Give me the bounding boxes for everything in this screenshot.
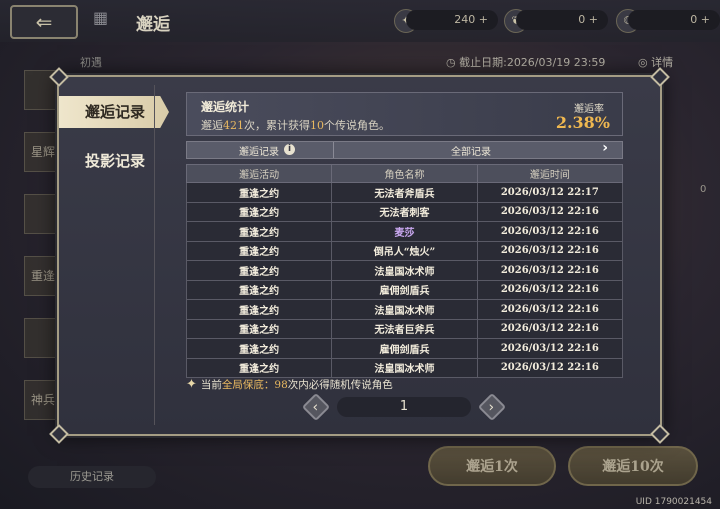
- screen-title: 邂逅: [136, 15, 170, 35]
- cell-name: 法皇国冰术师: [331, 357, 478, 378]
- cell-event: 重逢之约: [185, 338, 333, 359]
- table-row: 重逢之约 无法者刺客 2026/03/12 22:16: [185, 201, 624, 222]
- table-row: 重逢之约 无法者巨斧兵 2026/03/12 22:16: [185, 318, 624, 339]
- cell-event: 重逢之约: [185, 357, 333, 378]
- cell-time: 2026/03/12 22:16: [476, 260, 624, 281]
- cell-event: 重逢之约: [185, 221, 333, 242]
- cell-name: 法皇国冰术师: [331, 299, 478, 320]
- resource-compass[interactable]: 240 +: [406, 10, 498, 30]
- column-header-time: 邂逅时间: [476, 164, 624, 183]
- cell-time: 2026/03/12 22:16: [476, 338, 624, 359]
- rate-value: 2.38%: [555, 113, 610, 132]
- history-button[interactable]: 历史记录: [28, 466, 156, 488]
- cell-name: 法皇国冰术师: [331, 260, 478, 281]
- table-row: 重逢之约 倒吊人“烛火” 2026/03/12 22:16: [185, 240, 624, 261]
- chevron-right-icon[interactable]: ›: [602, 140, 608, 156]
- resource-moon[interactable]: 0 +: [628, 10, 720, 30]
- prev-page-button[interactable]: ‹: [301, 392, 331, 422]
- cell-event: 重逢之约: [185, 182, 333, 203]
- next-page-button[interactable]: ›: [477, 392, 507, 422]
- back-arrow-icon: ⇐: [35, 10, 53, 34]
- cell-name: 无法者斧盾兵: [331, 182, 478, 203]
- pull-once-button[interactable]: 邂逅1次: [428, 446, 556, 486]
- cell-time: 2026/03/12 22:16: [476, 221, 624, 242]
- cell-time: 2026/03/12 22:16: [476, 201, 624, 222]
- cell-event: 重逢之约: [185, 318, 333, 339]
- back-button[interactable]: ⇐: [10, 5, 78, 39]
- record-table: 邂逅活动 角色名称 邂逅时间 重逢之约 无法者斧盾兵 2026/03/12 22:1…: [185, 164, 624, 378]
- cell-name: 无法者巨斧兵: [331, 318, 478, 339]
- cell-time: 2026/03/12 22:16: [476, 279, 624, 300]
- corner-ornament: [650, 424, 670, 444]
- table-row: 重逢之约 雇佣剑盾兵 2026/03/12 22:16: [185, 338, 624, 359]
- filter-label: 邂逅记录: [239, 147, 279, 158]
- cell-time: 2026/03/12 22:16: [476, 318, 624, 339]
- cell-event: 重逢之约: [185, 260, 333, 281]
- info-icon[interactable]: i: [284, 144, 295, 155]
- table-row: 重逢之约 法皇国冰术师 2026/03/12 22:16: [185, 260, 624, 281]
- divider: [154, 85, 155, 425]
- pull-ten-button[interactable]: 邂逅10次: [568, 446, 698, 486]
- banner-subtitle: 初遇: [80, 56, 102, 69]
- cell-name: 雇佣剑盾兵: [331, 338, 478, 359]
- table-row: 重逢之约 无法者斧盾兵 2026/03/12 22:17: [185, 182, 624, 203]
- resource-feather[interactable]: 0 +: [516, 10, 608, 30]
- cell-name: 无法者刺客: [331, 201, 478, 222]
- tab-encounter-record[interactable]: 邂逅记录: [59, 96, 169, 128]
- stats-title: 邂逅统计: [201, 100, 250, 114]
- cell-time: 2026/03/12 22:16: [476, 299, 624, 320]
- table-row: 重逢之约 法皇国冰术师 2026/03/12 22:16: [185, 357, 624, 378]
- filter-value: 全部记录: [451, 147, 491, 158]
- cell-name: 倒吊人“烛火”: [331, 240, 478, 261]
- column-header-event: 邂逅活动: [185, 164, 333, 183]
- tab-projection-record[interactable]: 投影记录: [59, 145, 169, 177]
- cell-event: 重逢之约: [185, 299, 333, 320]
- pity-note: ✦ 当前全局保底：98次内必得随机传说角色: [186, 377, 393, 392]
- chevron-right-icon: ›: [488, 399, 495, 416]
- cell-event: 重逢之约: [185, 201, 333, 222]
- cell-event: 重逢之约: [185, 240, 333, 261]
- filter-divider: [333, 142, 334, 158]
- stats-panel: 邂逅统计 邂逅421次，累计获得10个传说角色。 邂逅率 2.38%: [186, 92, 623, 136]
- details-link[interactable]: ◎ 详情: [638, 54, 673, 70]
- stats-summary: 邂逅421次，累计获得10个传说角色。: [201, 119, 390, 132]
- table-row: 重逢之约 麦莎 2026/03/12 22:16: [185, 221, 624, 242]
- table-row: 重逢之约 雇佣剑盾兵 2026/03/12 22:16: [185, 279, 624, 300]
- corner-ornament: [650, 67, 670, 87]
- deadline-text: ◷ 截止日期:2026/03/19 23:59: [446, 56, 606, 69]
- cell-time: 2026/03/12 22:16: [476, 240, 624, 261]
- cell-name: 雇佣剑盾兵: [331, 279, 478, 300]
- cell-event: 重逢之约: [185, 279, 333, 300]
- chevron-left-icon: ‹: [312, 399, 319, 416]
- cell-time: 2026/03/12 22:16: [476, 357, 624, 378]
- gacha-record-dialog: 邂逅记录 投影记录 邂逅统计 邂逅421次，累计获得10个传说角色。 邂逅率 2…: [49, 67, 670, 444]
- cell-time: 2026/03/12 22:17: [476, 182, 624, 203]
- cell-name: 麦莎: [331, 221, 478, 242]
- side-counter: 0: [700, 184, 707, 195]
- sparkle-icon: ✦: [186, 377, 197, 392]
- column-header-name: 角色名称: [331, 164, 478, 183]
- page-number: 1: [337, 397, 471, 417]
- table-row: 重逢之约 法皇国冰术师 2026/03/12 22:16: [185, 299, 624, 320]
- record-tabs: 邂逅记录 投影记录: [59, 77, 169, 434]
- uid-label: UID 1790021454: [635, 497, 712, 507]
- menu-grid-icon[interactable]: ▦: [93, 9, 111, 27]
- record-filter[interactable]: 邂逅记录 i 全部记录 ›: [186, 140, 623, 159]
